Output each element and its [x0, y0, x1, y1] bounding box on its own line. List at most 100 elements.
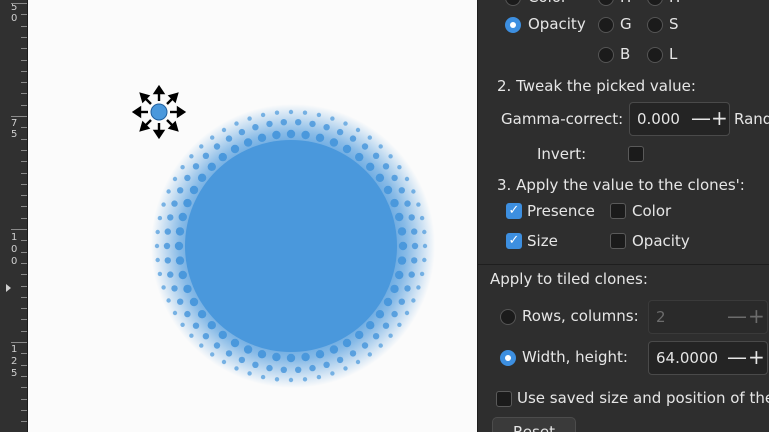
clone-dot[interactable]	[355, 330, 364, 340]
clone-dot[interactable]	[366, 321, 375, 330]
gamma-spinbox[interactable]: 0.000 — +	[629, 102, 730, 136]
clone-dot[interactable]	[372, 333, 380, 340]
clone-dot[interactable]	[183, 198, 192, 208]
clone-dot[interactable]	[330, 371, 335, 376]
clone-dot[interactable]	[422, 243, 428, 249]
clone-dot[interactable]	[288, 377, 294, 383]
drawing-canvas[interactable]	[28, 0, 477, 432]
gamma-value[interactable]: 0.000	[637, 110, 680, 128]
clone-dot[interactable]	[398, 298, 405, 305]
size-checkbox[interactable]: ✓	[506, 233, 522, 249]
clone-dot[interactable]	[166, 298, 171, 303]
width-height-value[interactable]: 64.0000	[656, 349, 718, 367]
clone-dot[interactable]	[218, 330, 227, 340]
plus-icon[interactable]: +	[748, 345, 765, 369]
clone-dot[interactable]	[419, 271, 425, 277]
use-saved-checkbox[interactable]	[496, 391, 512, 407]
clone-dot[interactable]	[316, 374, 322, 380]
clone-dot[interactable]	[247, 371, 252, 376]
clone-dot[interactable]	[316, 112, 322, 118]
clone-dot[interactable]	[213, 143, 221, 150]
clone-dot[interactable]	[234, 121, 239, 126]
clone-dot[interactable]	[189, 333, 194, 338]
clone-dot[interactable]	[309, 120, 316, 128]
clone-dot[interactable]	[382, 322, 390, 329]
clone-dot[interactable]	[286, 129, 296, 139]
pick-g-radio[interactable]	[598, 17, 614, 33]
clone-dot[interactable]	[419, 215, 425, 221]
clone-dot[interactable]	[225, 135, 233, 142]
width-height-spinbox[interactable]: 64.0000 — +	[648, 341, 768, 375]
clone-dot[interactable]	[252, 124, 259, 131]
clone-dot[interactable]	[154, 243, 160, 249]
clone-dot[interactable]	[177, 187, 184, 194]
clone-dot[interactable]	[398, 241, 408, 251]
clone-dot[interactable]	[342, 338, 352, 348]
clone-dot[interactable]	[172, 310, 178, 316]
clone-dot[interactable]	[302, 110, 308, 115]
clone-dot[interactable]	[166, 189, 171, 194]
clone-dot[interactable]	[416, 202, 421, 207]
clone-dot[interactable]	[302, 377, 308, 382]
clone-dot[interactable]	[383, 185, 393, 195]
pick-h-radio[interactable]	[598, 0, 614, 6]
clone-dot[interactable]	[391, 310, 398, 318]
clone-dot[interactable]	[189, 297, 199, 307]
rows-columns-radio[interactable]	[500, 309, 516, 325]
clone-dot[interactable]	[161, 202, 166, 207]
clone-dot[interactable]	[155, 229, 160, 235]
clone-dot[interactable]	[260, 112, 266, 118]
clone-dot[interactable]	[210, 352, 215, 357]
clone-dot[interactable]	[202, 152, 210, 159]
clone-dot[interactable]	[174, 241, 184, 251]
clone-dot[interactable]	[177, 298, 184, 305]
clone-dot[interactable]	[375, 310, 385, 319]
clone-dot[interactable]	[175, 256, 185, 265]
clone-dot[interactable]	[155, 257, 160, 263]
clone-dot[interactable]	[315, 133, 325, 142]
solid-disc[interactable]	[185, 140, 397, 352]
clone-dot[interactable]	[257, 350, 267, 359]
clone-dot[interactable]	[180, 322, 185, 327]
clone-dot[interactable]	[189, 154, 194, 159]
clone-dot[interactable]	[171, 285, 178, 292]
clone-dot[interactable]	[184, 174, 191, 182]
minus-icon[interactable]: —	[727, 304, 747, 328]
transform-arrows-icon[interactable]	[131, 84, 187, 140]
clone-dot[interactable]	[280, 119, 287, 126]
clone-dot[interactable]	[397, 322, 402, 327]
clone-dot[interactable]	[234, 366, 239, 371]
clone-dot[interactable]	[272, 130, 281, 140]
clone-dot[interactable]	[355, 359, 361, 365]
clone-dot[interactable]	[367, 352, 372, 357]
clone-dot[interactable]	[395, 270, 404, 280]
color-checkbox[interactable]	[610, 203, 626, 219]
pick-color-radio[interactable]	[505, 0, 521, 6]
clone-dot[interactable]	[172, 176, 178, 182]
clone-dot[interactable]	[184, 310, 191, 318]
clone-dot[interactable]	[247, 116, 252, 121]
clone-dot[interactable]	[225, 350, 233, 357]
clone-dot[interactable]	[238, 356, 246, 364]
clone-dot[interactable]	[221, 359, 227, 365]
clone-dot[interactable]	[295, 119, 302, 126]
clone-dot[interactable]	[383, 297, 393, 307]
opacity-checkbox[interactable]	[610, 233, 626, 249]
clone-dot[interactable]	[342, 144, 352, 154]
pick-s-radio[interactable]	[647, 17, 663, 33]
clone-dot[interactable]	[274, 377, 280, 382]
clone-dot[interactable]	[161, 285, 166, 290]
reset-button[interactable]: Reset	[492, 417, 576, 432]
width-height-radio[interactable]	[500, 350, 516, 366]
clone-dot[interactable]	[243, 138, 253, 147]
clone-dot[interactable]	[301, 130, 310, 140]
clone-dot[interactable]	[329, 345, 339, 354]
clone-dot[interactable]	[416, 285, 421, 290]
clone-dot[interactable]	[361, 342, 369, 349]
clone-dot[interactable]	[349, 350, 357, 357]
clone-dot[interactable]	[411, 257, 418, 264]
clone-dot[interactable]	[404, 310, 410, 316]
clone-dot[interactable]	[207, 321, 216, 330]
clone-dot[interactable]	[361, 143, 369, 150]
clone-dot[interactable]	[390, 284, 399, 294]
